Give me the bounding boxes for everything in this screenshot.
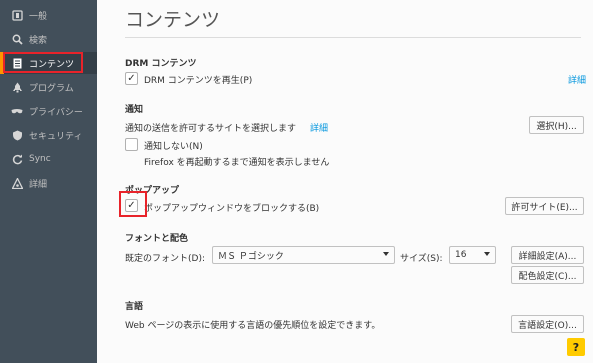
font-size-select[interactable]: 16 — [449, 246, 496, 264]
languages-description: Web ページの表示に使用する言語の優先順位を設定できます。 — [125, 321, 381, 331]
popups-exceptions-button[interactable]: 許可サイト(E)... — [505, 197, 584, 215]
sidebar-item-label: コンテンツ — [29, 59, 75, 70]
drm-details-link[interactable]: 詳細 — [568, 73, 586, 86]
notifications-heading: 通知 — [125, 105, 144, 115]
default-font-select[interactable]: ＭＳ Ｐゴシック — [212, 246, 395, 264]
popups-heading: ポップアップ — [125, 186, 180, 196]
content-icon — [11, 57, 23, 69]
notifications-details-link[interactable]: 詳細 — [310, 121, 328, 134]
languages-choose-button[interactable]: 言語設定(O)... — [511, 315, 584, 333]
search-icon — [11, 33, 23, 45]
checkmark-icon: ✓ — [127, 72, 136, 84]
font-size-value: 16 — [455, 250, 467, 260]
notifications-choose-button[interactable]: 選択(H)... — [529, 116, 584, 134]
title-divider — [125, 37, 581, 38]
checkmark-icon: ✓ — [127, 199, 136, 211]
font-size-label: サイズ(S): — [400, 254, 443, 264]
fonts-advanced-button[interactable]: 詳細設定(A)... — [511, 246, 584, 264]
notifications-description: 通知の送信を許可するサイトを選択します — [125, 124, 297, 134]
sidebar-item-advanced[interactable]: 詳細 — [0, 172, 97, 194]
sidebar-item-label: 検索 — [29, 35, 48, 46]
drm-checkbox-label[interactable]: DRM コンテンツを再生(P) — [144, 73, 252, 86]
sidebar-item-sync[interactable]: Sync — [0, 148, 97, 170]
sidebar-item-label: Sync — [29, 154, 51, 164]
drm-checkbox[interactable]: ✓ — [125, 72, 138, 85]
content-pane: コンテンツ DRM コンテンツ ✓ DRM コンテンツを再生(P) 詳細 通知 … — [97, 0, 593, 363]
languages-heading: 言語 — [125, 302, 144, 312]
popups-block-checkbox[interactable]: ✓ — [125, 199, 138, 212]
dropdown-arrow-icon — [484, 252, 490, 256]
dnd-checkbox-label[interactable]: 通知しない(N) — [144, 139, 203, 152]
popups-block-label[interactable]: ポップアップウィンドウをブロックする(B) — [144, 201, 319, 214]
sidebar-item-label: 一般 — [29, 11, 48, 22]
dropdown-arrow-icon — [383, 252, 389, 256]
sync-icon — [11, 153, 23, 165]
sidebar-item-label: セキュリティ — [29, 131, 83, 142]
sidebar-item-privacy[interactable]: プライバシー — [0, 100, 97, 122]
page-title: コンテンツ — [125, 9, 221, 31]
sidebar-item-label: プライバシー — [29, 107, 83, 118]
default-font-label: 既定のフォント(D): — [125, 254, 205, 264]
privacy-icon — [11, 105, 23, 117]
security-icon — [11, 129, 23, 141]
dnd-checkbox[interactable] — [125, 138, 138, 151]
fonts-colors-button[interactable]: 配色設定(C)... — [511, 266, 584, 284]
category-sidebar: 一般 検索 コンテンツ プログラム プライバシー セキュリティ Sync 詳細 — [0, 0, 97, 363]
sidebar-item-search[interactable]: 検索 — [0, 28, 97, 50]
default-font-value: ＭＳ Ｐゴシック — [218, 251, 284, 262]
sidebar-item-label: 詳細 — [29, 179, 48, 190]
help-button[interactable]: ? — [567, 338, 585, 356]
dnd-note: Firefox を再起動するまで通知を表示しません — [144, 158, 330, 168]
sidebar-item-security[interactable]: セキュリティ — [0, 124, 97, 146]
fonts-heading: フォントと配色 — [125, 234, 189, 244]
general-icon — [11, 9, 23, 21]
sidebar-item-applications[interactable]: プログラム — [0, 76, 97, 98]
sidebar-item-general[interactable]: 一般 — [0, 4, 97, 26]
sidebar-item-content[interactable]: コンテンツ — [0, 52, 97, 74]
drm-heading: DRM コンテンツ — [125, 59, 197, 69]
help-icon: ? — [572, 340, 580, 354]
advanced-icon — [11, 177, 23, 189]
sidebar-item-label: プログラム — [29, 83, 74, 94]
applications-icon — [11, 81, 23, 93]
